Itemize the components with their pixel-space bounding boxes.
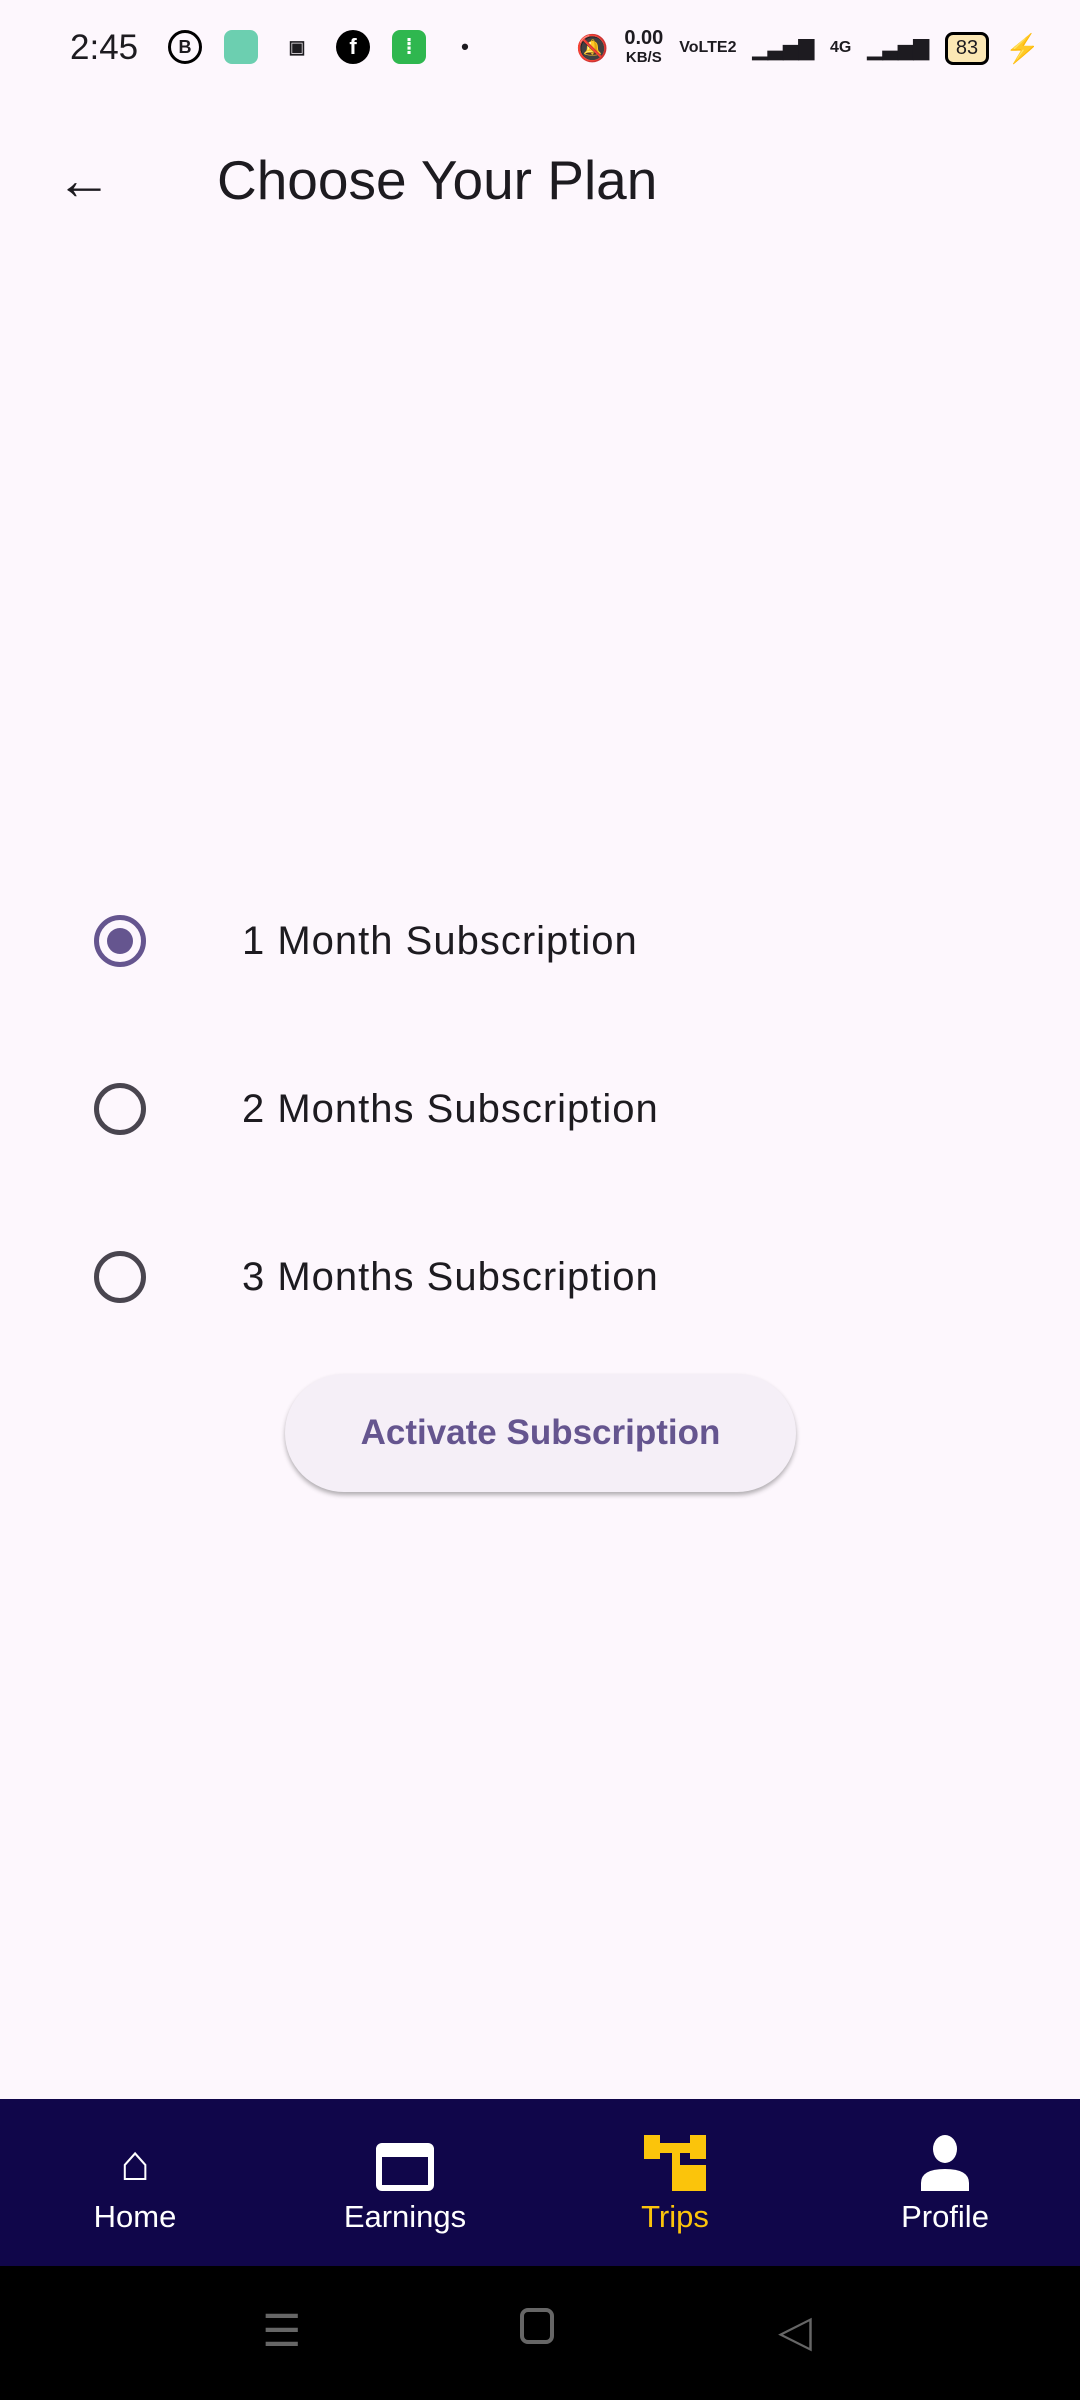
page-title: Choose Your Plan	[217, 149, 658, 211]
menu-icon[interactable]: ☰	[262, 2306, 301, 2357]
business-chat-icon: B	[168, 30, 202, 64]
system-nav-bar: ☰ ◁	[0, 2266, 1080, 2400]
home-icon: ⌂	[119, 2135, 151, 2191]
green-app-icon: ⁞	[392, 30, 426, 64]
mute-icon: 🔕	[575, 32, 609, 63]
net-unit: KB/S	[625, 49, 662, 66]
plan-option-3[interactable]: 3 Months Subscription	[0, 1217, 1080, 1337]
nav-home[interactable]: ⌂ Home	[0, 2099, 270, 2266]
plan-option-2[interactable]: 2 Months Subscription	[0, 1049, 1080, 1169]
card-icon	[376, 2135, 434, 2191]
dot-icon: •	[461, 34, 469, 59]
clock: 2:45	[70, 28, 139, 67]
back-triangle-icon[interactable]: ◁	[778, 2306, 812, 2357]
plan-label: 3 Months Subscription	[242, 1254, 659, 1299]
facebook-icon: f	[336, 30, 370, 64]
activate-subscription-button[interactable]: Activate Subscription	[285, 1374, 796, 1492]
person-icon	[920, 2135, 970, 2191]
net-speed: 0.00	[624, 27, 664, 49]
trips-icon	[644, 2135, 706, 2191]
bottom-nav: ⌂ Home Earnings Trips Profile	[0, 2099, 1080, 2266]
signal-icon-2: ▁▃▅▇	[867, 37, 929, 60]
app-icon	[224, 30, 258, 64]
signal-icon: ▁▃▅▇	[752, 37, 814, 60]
video-icon: ▣	[288, 36, 306, 57]
plan-label: 1 Month Subscription	[242, 918, 638, 963]
home-button-icon[interactable]	[520, 2308, 554, 2344]
radio-unselected[interactable]	[94, 1083, 146, 1135]
charging-icon: ⚡	[1005, 32, 1040, 64]
nav-label: Profile	[901, 2199, 989, 2234]
nav-trips[interactable]: Trips	[540, 2099, 810, 2266]
nav-earnings[interactable]: Earnings	[270, 2099, 540, 2266]
radio-selected[interactable]	[94, 915, 146, 967]
volte-icon: VoLTE2	[679, 39, 737, 56]
back-arrow-icon[interactable]: ←	[56, 150, 112, 210]
status-bar: 2:45 B ▣ f ⁞ • 🔕 0.00 KB/S VoLTE2 ▁▃▅▇ 4G…	[0, 0, 1080, 95]
plan-label: 2 Months Subscription	[242, 1086, 659, 1131]
nav-label: Home	[93, 2199, 177, 2234]
plan-option-1[interactable]: 1 Month Subscription	[0, 881, 1080, 1001]
nav-label: Earnings	[343, 2199, 467, 2234]
nav-profile[interactable]: Profile	[810, 2099, 1080, 2266]
radio-unselected[interactable]	[94, 1251, 146, 1303]
network-type: 4G	[830, 39, 852, 56]
battery-icon: 83	[944, 31, 990, 65]
nav-label: Trips	[641, 2199, 709, 2234]
